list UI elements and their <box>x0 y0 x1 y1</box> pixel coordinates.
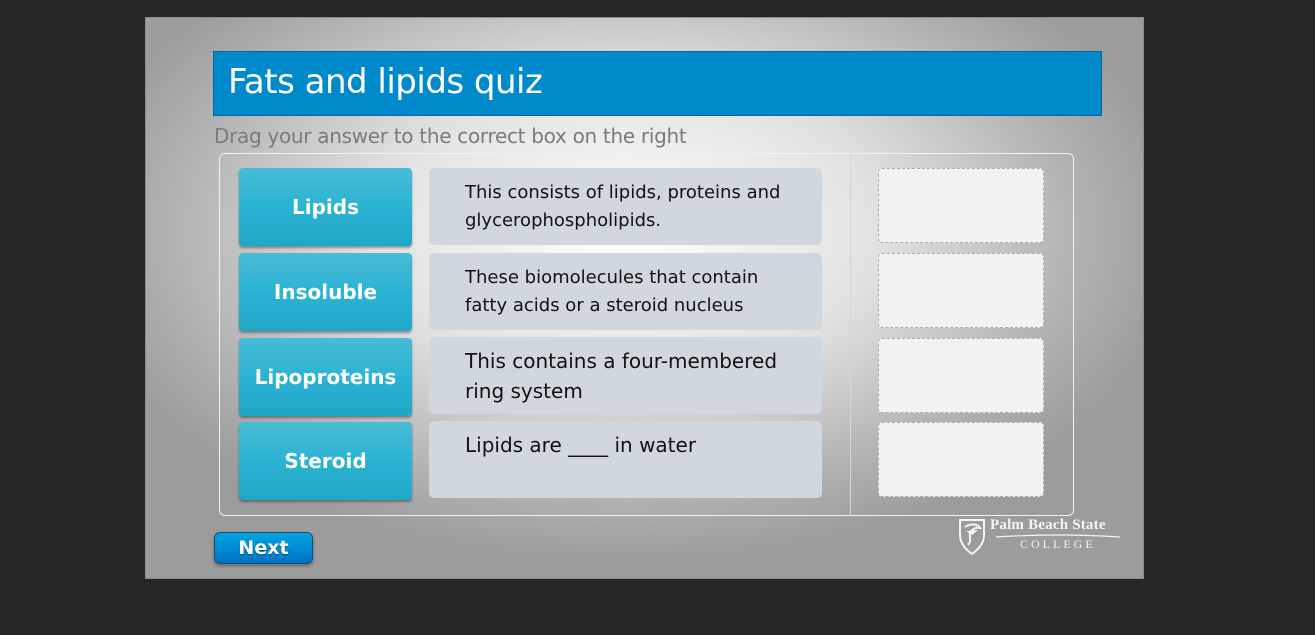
college-name-line2: COLLEGE <box>1020 537 1096 551</box>
panel-divider <box>850 153 851 516</box>
question-text: This contains a four-membered ring syste… <box>465 349 778 403</box>
title-bar: Fats and lipids quiz <box>213 51 1102 116</box>
question-text: This consists of lipids, proteins and gl… <box>465 182 781 231</box>
answer-tile-lipids[interactable]: Lipids <box>239 168 412 246</box>
answer-tile-lipoproteins[interactable]: Lipoproteins <box>239 338 412 416</box>
shield-pelican-icon <box>959 519 985 555</box>
quiz-slide: Fats and lipids quiz Drag your answer to… <box>145 17 1144 579</box>
answer-tile-insoluble[interactable]: Insoluble <box>239 253 412 331</box>
drop-target-3[interactable] <box>878 338 1044 413</box>
question-text: Lipids are ____ in water <box>465 433 697 457</box>
college-logo: Palm Beach State COLLEGE <box>956 515 1136 557</box>
next-button[interactable]: Next <box>214 532 313 564</box>
question-box: This consists of lipids, proteins and gl… <box>429 168 822 245</box>
answer-tile-steroid[interactable]: Steroid <box>239 422 412 500</box>
drop-target-2[interactable] <box>878 253 1044 328</box>
instruction-text: Drag your answer to the correct box on t… <box>214 124 687 148</box>
college-name-line1: Palm Beach State <box>990 517 1106 533</box>
question-text: These biomolecules that contain fatty ac… <box>465 267 759 316</box>
question-box: These biomolecules that contain fatty ac… <box>429 253 822 330</box>
question-box: This contains a four-membered ring syste… <box>429 337 822 414</box>
question-box: Lipids are ____ in water <box>429 421 822 498</box>
drop-target-1[interactable] <box>878 168 1044 243</box>
drop-target-4[interactable] <box>878 422 1044 497</box>
quiz-title: Fats and lipids quiz <box>228 62 543 102</box>
